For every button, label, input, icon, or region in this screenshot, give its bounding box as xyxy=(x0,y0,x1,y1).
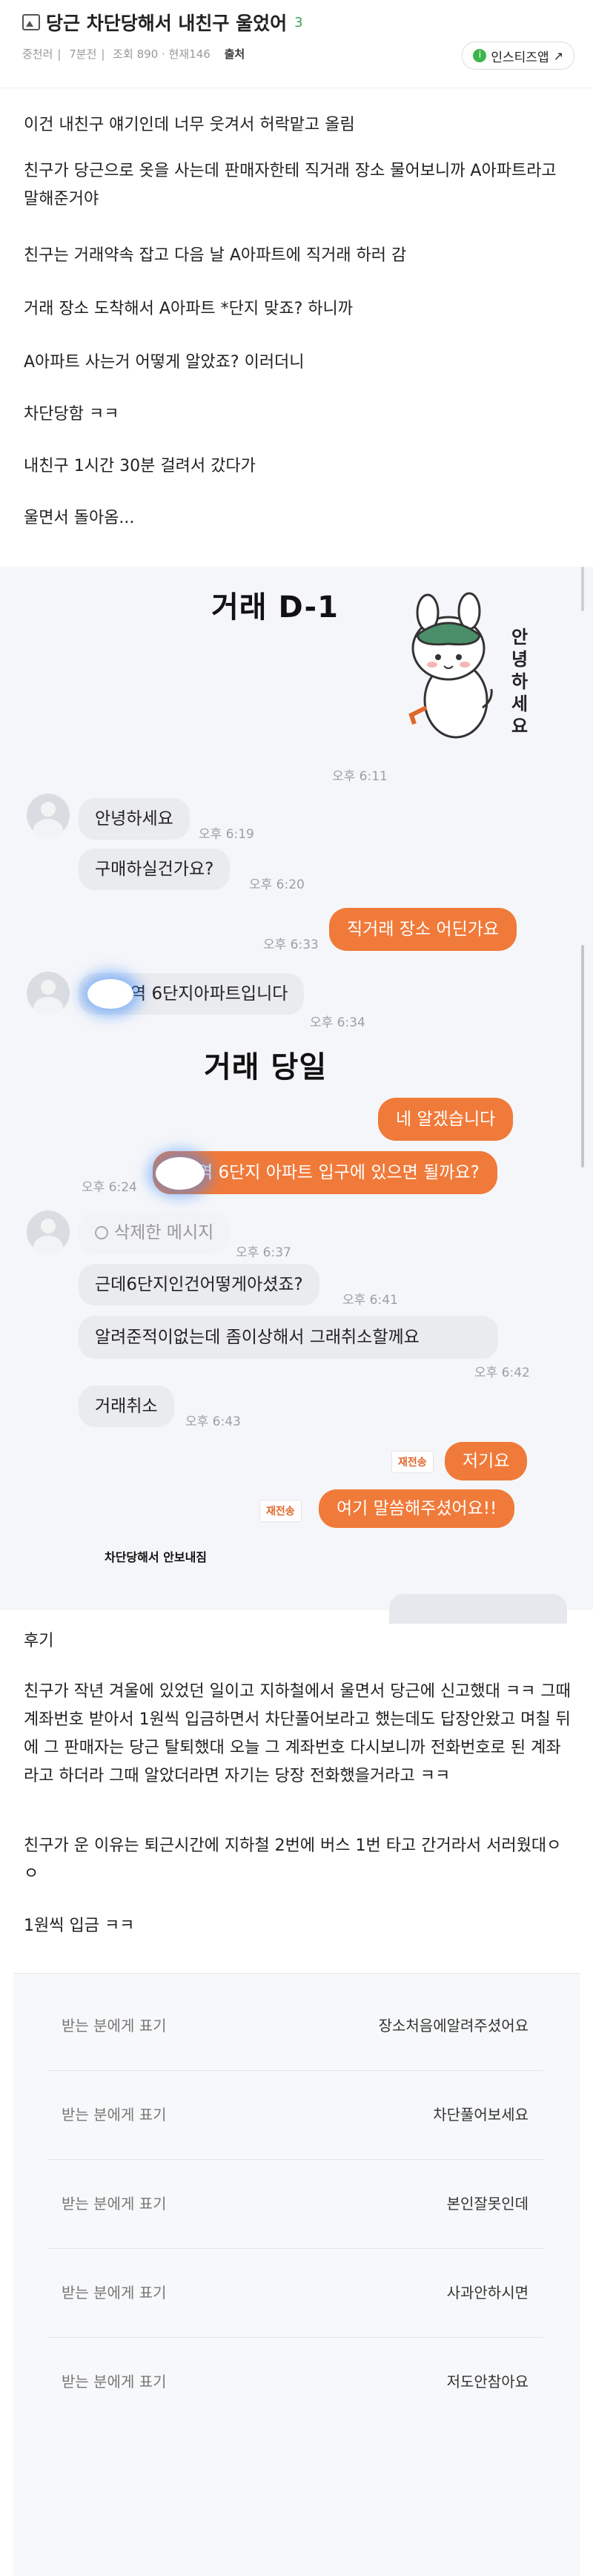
source-label: 출처 xyxy=(224,47,245,61)
body-paragraph: 차단당함 ㅋㅋ xyxy=(24,405,119,424)
chat-bubble-outgoing: 직거래 장소 어딘가요 xyxy=(329,908,517,951)
body-paragraph: 내친구 1시간 30분 걸려서 갔다가 xyxy=(24,457,256,475)
timestamp: 오후 6:42 xyxy=(474,1366,530,1380)
chat-bubble-outgoing: 여기 말씀해주셨어요!! xyxy=(319,1489,515,1528)
chat-scrollbar xyxy=(581,945,584,1167)
chat-bubble-outgoing: 네 알겠습니다 xyxy=(378,1098,514,1141)
body-paragraph: A아파트 사는거 어떻게 알았죠? 이러더니 xyxy=(24,353,305,372)
image-icon xyxy=(22,14,40,30)
chat-bubble-incoming: 안녕하세요 xyxy=(79,798,190,840)
resend-button[interactable]: 재전송 xyxy=(391,1451,434,1473)
body-paragraph: 울면서 돌아옴... xyxy=(24,509,135,527)
deposit-label: 받는 분에게 표기 xyxy=(62,2373,167,2391)
deposit-memo: 차단풀어보세요 xyxy=(433,2106,529,2124)
timestamp: 오후 6:11 xyxy=(332,769,388,784)
post-meta: 중천러 | 7분전 | 조회 890 · 현재146 출처 xyxy=(22,47,245,61)
resend-button[interactable]: 재전송 xyxy=(259,1500,302,1522)
avatar[interactable] xyxy=(27,1210,70,1254)
post-title: 당근 차단당해서 내친구 울었어 3 xyxy=(22,9,303,36)
body-paragraph: 이건 내친구 얘기인데 너무 웃겨서 허락맡고 올림 xyxy=(24,116,355,134)
timestamp: 오후 6:33 xyxy=(263,938,319,952)
timestamp: 오후 6:24 xyxy=(82,1180,137,1195)
post-title-text: 당근 차단당해서 내친구 울었어 xyxy=(46,13,288,34)
deposit-row: 받는 분에게 표기 본인잘못인데 xyxy=(47,2159,543,2249)
blur-mask xyxy=(156,1157,205,1190)
body-paragraph: 친구가 당근으로 옷을 사는데 판매자한테 직거래 장소 물어보니까 A아파트라… xyxy=(24,162,557,208)
blur-mask xyxy=(87,979,133,1009)
sticker-text: 안녕하세요 xyxy=(511,627,529,737)
deposit-memo: 장소처음에알려주셨어요 xyxy=(378,2017,529,2035)
timestamp: 오후 6:43 xyxy=(185,1414,241,1429)
deposit-row: 받는 분에게 표기 사과안하시면 xyxy=(47,2248,543,2338)
avatar[interactable] xyxy=(27,794,70,837)
day-of-title: 거래 당일 xyxy=(204,1050,328,1084)
source-app-label: 인스티즈앱 xyxy=(491,50,549,65)
afterword-label: 후기 xyxy=(24,1632,54,1650)
deposit-row: 받는 분에게 표기 장소처음에알려주셨어요 xyxy=(47,1981,543,2071)
deposit-row: 받는 분에게 표기 차단풀어보세요 xyxy=(47,2070,543,2160)
cut-off-bubble xyxy=(389,1594,567,1624)
chat-bubble-incoming: 알려준적이없는데 좀이상해서 그래취소할께요 xyxy=(79,1316,498,1359)
deposit-memo: 본인잘못인데 xyxy=(446,2195,529,2213)
post-header: 당근 차단당해서 내친구 울었어 3 중천러 | 7분전 | 조회 890 · 현재… xyxy=(0,0,593,85)
chat-bubble-incoming: 구매하실건가요? xyxy=(79,849,231,890)
view-count: 조회 890 · 현재146 xyxy=(113,47,211,61)
deposit-label: 받는 분에게 표기 xyxy=(62,2106,167,2124)
deposit-record-list: 받는 분에게 표기 장소처음에알려주셨어요 받는 분에게 표기 차단풀어보세요 … xyxy=(13,1973,580,2576)
author-name[interactable]: 중천러 xyxy=(22,47,53,61)
clock-icon xyxy=(95,1226,108,1239)
day-before-title: 거래 D-1 xyxy=(211,590,339,625)
body-paragraph: 친구는 거래약속 잡고 다음 날 A아파트에 직거래 하러 감 xyxy=(24,246,407,265)
body-paragraph: 거래 장소 도착해서 A아파트 *단지 맞죠? 하니까 xyxy=(24,300,354,318)
deposit-memo: 저도안참아요 xyxy=(446,2373,529,2391)
afterword-paragraph: 친구가 운 이유는 퇴근시간에 지하철 2번에 버스 1번 타고 간거라서 서러… xyxy=(24,1837,562,1883)
chat-caption: 차단당해서 안보내짐 xyxy=(104,1550,208,1564)
chat-bubble-incoming: 거래취소 xyxy=(79,1386,174,1427)
timestamp: 오후 6:37 xyxy=(236,1245,291,1260)
post-time: 7분전 xyxy=(69,47,97,61)
avatar[interactable] xyxy=(27,972,70,1015)
chat-bubble-incoming: 근데6단지인건어떻게아셨죠? xyxy=(79,1264,319,1305)
comment-count[interactable]: 3 xyxy=(294,15,302,30)
timestamp: 오후 6:20 xyxy=(249,877,305,892)
timestamp: 오후 6:19 xyxy=(199,827,254,842)
deposit-label: 받는 분에게 표기 xyxy=(62,2284,167,2302)
chat-screenshot: 거래 D-1 안녕하세요 오후 6:11 안녕하세요 오후 6:19 구매하실건… xyxy=(0,567,593,1624)
chat-bubble-outgoing: 저기요 xyxy=(445,1442,528,1480)
timestamp: 오후 6:34 xyxy=(310,1015,365,1030)
deposit-label: 받는 분에게 표기 xyxy=(62,2195,167,2213)
deleted-message-text: 삭제한 메시지 xyxy=(114,1223,214,1242)
afterword-paragraph: 친구가 작년 겨울에 있었던 일이고 지하철에서 울면서 당근에 신고했대 ㅋㅋ… xyxy=(24,1682,571,1785)
external-link-icon: ↗ xyxy=(553,48,563,63)
instiz-logo-icon: i xyxy=(473,49,487,62)
source-app-button[interactable]: i 인스티즈앱 ↗ xyxy=(462,42,574,70)
deposit-label: 받는 분에게 표기 xyxy=(62,2017,167,2035)
deposit-memo: 사과안하시면 xyxy=(446,2284,529,2302)
deleted-message-bubble: 삭제한 메시지 xyxy=(79,1212,231,1254)
deposit-row: 받는 분에게 표기 저도안참아요 xyxy=(47,2337,543,2426)
afterword-paragraph: 1원씩 입금 ㅋㅋ xyxy=(24,1917,135,1935)
chat-scrollbar xyxy=(581,567,584,611)
timestamp: 오후 6:41 xyxy=(342,1293,398,1308)
